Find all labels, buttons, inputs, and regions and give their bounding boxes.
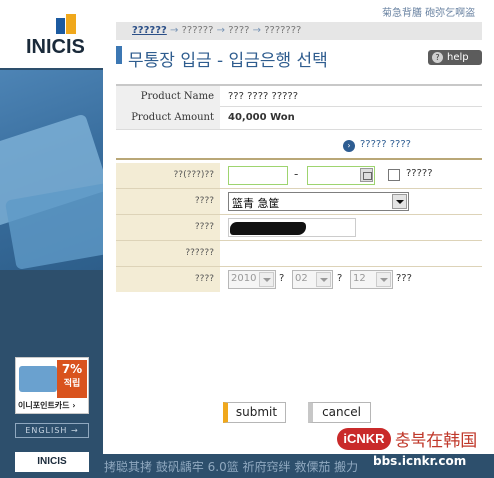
more-info-label: ????? ???? xyxy=(360,139,411,150)
product-amount-value: 40,000 Won xyxy=(228,112,295,123)
day-suffix: ??? xyxy=(396,273,412,284)
form-label: ?????? xyxy=(116,241,220,266)
breadcrumb-current: ?????? xyxy=(132,25,167,36)
year-value: 2010 xyxy=(231,273,257,284)
arrow-icon: → xyxy=(216,25,226,36)
text-input-first[interactable] xyxy=(228,166,288,185)
form-label: ???? xyxy=(116,215,220,240)
product-name-label: Product Name xyxy=(116,86,220,108)
cancel-button[interactable]: cancel xyxy=(308,402,371,423)
title-accent-bar xyxy=(116,46,122,64)
form-row-bank: ???? 篮青 急筐 xyxy=(116,189,482,215)
redacted-mark xyxy=(230,222,306,235)
english-button[interactable]: ENGLISH → xyxy=(15,423,89,438)
form-label: ???? xyxy=(116,267,220,292)
month-suffix: ? xyxy=(337,273,343,284)
year-suffix: ? xyxy=(279,273,285,284)
help-button[interactable]: ? help xyxy=(428,50,482,65)
deposit-form: ??(???)?? - ????? ???? 篮青 急筐 ???? ??????… xyxy=(116,158,482,292)
chevron-down-icon[interactable] xyxy=(259,272,274,287)
form-row-depositor: ???? xyxy=(116,215,482,241)
more-info-link[interactable]: › ????? ???? xyxy=(343,139,411,152)
help-icon: ? xyxy=(432,52,443,63)
watermark-badge: iCNKR xyxy=(337,428,391,450)
watermark-url: bbs.icnkr.com xyxy=(373,454,467,468)
chevron-right-icon: › xyxy=(343,140,355,152)
form-row-date: ???? 2010 ? 02 ? 12 ??? xyxy=(116,267,482,293)
page-title: 무통장 입금 - 입금은행 선택 xyxy=(128,51,328,71)
form-row-empty: ?????? xyxy=(116,241,482,267)
breadcrumb-step: ???? xyxy=(228,25,250,36)
point-card-banner[interactable]: 7% 적립 이니포인트카드 › xyxy=(15,357,89,414)
dash-separator: - xyxy=(294,167,299,181)
text-input-second[interactable] xyxy=(307,166,375,185)
depositor-name-input[interactable] xyxy=(228,218,356,237)
inicis-logo-icon xyxy=(56,14,78,34)
watermark: iCNKR 충북在韩国 bbs.icnkr.com xyxy=(333,424,494,472)
day-value: 12 xyxy=(353,273,366,284)
left-panel: INICIS 7% 적립 이니포인트카드 › ENGLISH → INICIS xyxy=(0,0,103,478)
credit-card-icon xyxy=(19,366,57,392)
product-amount-label: Product Amount xyxy=(116,107,220,129)
month-value: 02 xyxy=(295,273,308,284)
product-name-row: Product Name ??? ???? ????? xyxy=(116,84,482,108)
watermark-text: 충북在韩国 xyxy=(395,431,478,451)
arrow-icon: → xyxy=(252,25,262,36)
logo-text: INICIS xyxy=(26,36,85,58)
bottom-text: 拷聪其拷 鼓矾龋牢 6.0篮 祈府窍绊 救傈茄 搬力 xyxy=(104,460,359,474)
chevron-down-icon[interactable] xyxy=(376,272,391,287)
promo-label: 이니포인트카드 › xyxy=(18,401,76,410)
form-label: ??(???)?? xyxy=(116,163,220,188)
chevron-down-icon[interactable] xyxy=(392,194,407,209)
product-name-value: ??? ???? ????? xyxy=(228,91,299,102)
checkbox[interactable] xyxy=(388,169,400,181)
breadcrumb-step: ??????? xyxy=(264,25,302,36)
card-illustration xyxy=(0,70,103,270)
day-select[interactable]: 12 xyxy=(350,270,393,289)
product-amount-row: Product Amount 40,000 Won xyxy=(116,107,482,130)
chevron-down-icon[interactable] xyxy=(316,272,331,287)
footer-logo: INICIS xyxy=(15,452,89,472)
breadcrumb-step: ?????? xyxy=(181,25,214,36)
breadcrumb: ?????? → ?????? → ???? → ??????? xyxy=(116,22,482,40)
promo-percent: 7% 적립 xyxy=(57,360,87,398)
arrow-icon: → xyxy=(170,25,179,36)
form-row-account: ??(???)?? - ????? xyxy=(116,163,482,189)
month-select[interactable]: 02 xyxy=(292,270,333,289)
logo-area: INICIS xyxy=(0,0,103,68)
form-label: ???? xyxy=(116,189,220,214)
calendar-icon[interactable] xyxy=(360,168,373,182)
checkbox-label: ????? xyxy=(406,168,433,179)
bank-select[interactable]: 篮青 急筐 xyxy=(228,192,409,211)
year-select[interactable]: 2010 xyxy=(228,270,276,289)
bank-select-value: 篮青 急筐 xyxy=(232,197,280,210)
corner-text: 菊急背膳 砲弥乞啊盗 xyxy=(382,8,476,19)
help-label: help xyxy=(447,52,469,63)
submit-button[interactable]: submit xyxy=(223,402,286,423)
